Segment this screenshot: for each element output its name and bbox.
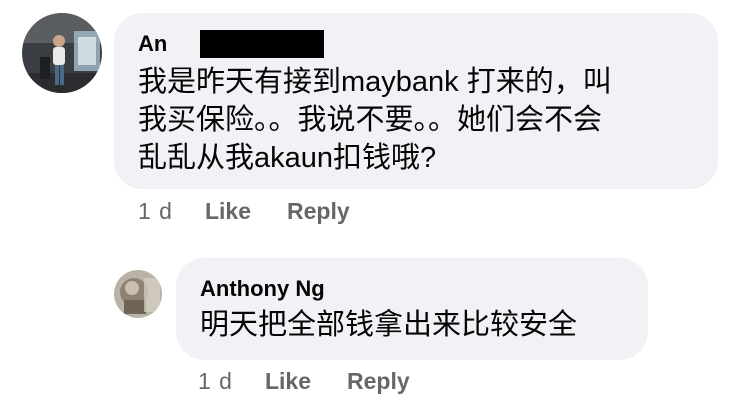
reply-reply-button[interactable]: Reply [347, 366, 410, 396]
comment-text: 我是昨天有接到maybank 打来的，叫 我买保险。。我说不要。。她们会不会 乱… [138, 63, 694, 177]
name-redaction-block [200, 30, 324, 58]
like-button[interactable]: Like [205, 196, 251, 226]
comment-text-line: 我是昨天有接到maybank 打来的，叫 [138, 66, 612, 98]
comment-actions: 1 d Like Reply [138, 196, 386, 226]
reply-author-avatar[interactable] [114, 270, 162, 318]
user-avatar-photo-icon [22, 13, 102, 93]
comment-bubble: An 我是昨天有接到maybank 打来的，叫 我买保险。。我说不要。。她们会不… [114, 13, 718, 189]
comment-text-line: 乱乱从我akaun扣钱哦? [138, 142, 437, 174]
comment-author-name[interactable]: An [138, 31, 167, 56]
reply-button[interactable]: Reply [287, 196, 350, 226]
comment-timestamp[interactable]: 1 d [138, 196, 173, 226]
reply-timestamp[interactable]: 1 d [198, 366, 233, 396]
reply-like-button[interactable]: Like [265, 366, 311, 396]
reply-bubble: Anthony Ng 明天把全部钱拿出来比较安全 [176, 258, 648, 360]
commenter-avatar[interactable] [22, 13, 102, 93]
reply-actions: 1 d Like Reply [198, 366, 446, 396]
reply-author-name[interactable]: Anthony Ng [200, 274, 624, 304]
comment-author[interactable]: An [138, 29, 694, 59]
reply-user-avatar-photo-icon [114, 270, 162, 318]
comment-text-line: 我买保险。。我说不要。。她们会不会 [138, 104, 603, 136]
reply-text: 明天把全部钱拿出来比较安全 [200, 309, 578, 341]
